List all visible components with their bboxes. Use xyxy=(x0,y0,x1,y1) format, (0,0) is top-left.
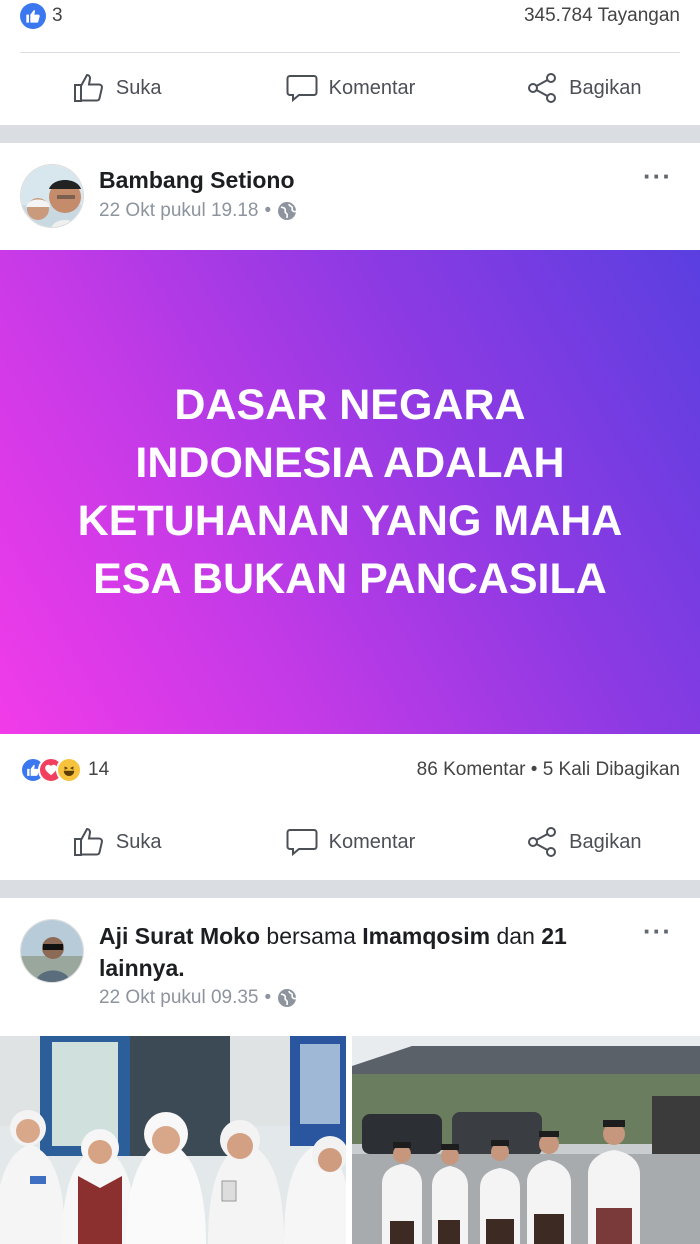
comment-icon xyxy=(286,75,318,103)
like-label: Suka xyxy=(115,830,162,853)
post-timestamp[interactable]: 22 Okt pukul 09.35 xyxy=(99,987,259,1009)
like-button[interactable]: Suka xyxy=(0,825,233,859)
share-icon xyxy=(528,73,557,103)
reaction-summary[interactable]: 3 xyxy=(20,3,63,29)
and-word: dan xyxy=(496,923,535,949)
meta-dot: • xyxy=(264,987,272,1008)
post-header: Bambang Setiono 22 Okt pukul 19.18 • ··· xyxy=(0,143,700,250)
banner-text: DASAR NEGARA INDONESIA ADALAH KETUHANAN … xyxy=(77,381,623,603)
haha-reaction-icon xyxy=(56,757,82,783)
comment-label: Komentar xyxy=(328,76,416,99)
author-name[interactable]: Bambang Setiono xyxy=(99,164,619,196)
reaction-count: 14 xyxy=(88,759,110,780)
feed-separator xyxy=(0,880,700,898)
more-options-icon[interactable]: ··· xyxy=(643,161,672,192)
previous-post-stats: 3 345.784 Tayangan xyxy=(0,0,700,32)
divider xyxy=(20,52,680,53)
action-bar: Suka Komentar Bagikan xyxy=(0,812,700,872)
like-icon xyxy=(73,827,103,856)
avatar[interactable] xyxy=(20,919,84,983)
meta-dot: • xyxy=(530,759,543,780)
post-stats: 14 86 Komentar • 5 Kali Dibagikan xyxy=(0,734,700,806)
avatar[interactable] xyxy=(20,164,84,228)
globe-icon xyxy=(278,202,297,220)
with-word: bersama xyxy=(266,923,356,949)
post-text-banner: DASAR NEGARA INDONESIA ADALAH KETUHANAN … xyxy=(0,250,700,734)
post-timestamp[interactable]: 22 Okt pukul 19.18 xyxy=(99,200,259,222)
post-author-line: Aji Surat Moko bersama Imamqosim dan 21 … xyxy=(99,923,567,981)
more-options-icon[interactable]: ··· xyxy=(643,916,672,947)
author-name[interactable]: Aji Surat Moko xyxy=(99,923,260,949)
like-button[interactable]: Suka xyxy=(0,71,233,105)
views-count: 345.784 Tayangan xyxy=(523,5,680,26)
comment-label: Komentar xyxy=(328,830,416,853)
share-count: 5 Kali Dibagikan xyxy=(542,759,680,780)
post-meta: 22 Okt pukul 09.35 • xyxy=(99,987,297,1009)
engagement-summary[interactable]: 86 Komentar • 5 Kali Dibagikan xyxy=(417,759,680,781)
tagged-friend[interactable]: Imamqosim xyxy=(362,923,490,949)
meta-dot: • xyxy=(264,200,272,221)
comment-icon xyxy=(286,829,318,857)
globe-icon xyxy=(278,989,297,1007)
share-icon xyxy=(528,827,557,857)
reaction-count: 3 xyxy=(52,5,63,26)
post-header: Aji Surat Moko bersama Imamqosim dan 21 … xyxy=(0,898,700,1036)
post-photo[interactable] xyxy=(0,1036,346,1244)
share-button[interactable]: Bagikan xyxy=(467,71,700,105)
previous-post-footer: 3 345.784 Tayangan Suka Komentar Bagikan xyxy=(0,0,700,125)
share-label: Bagikan xyxy=(569,76,642,99)
reaction-summary[interactable]: 14 xyxy=(20,757,109,783)
share-label: Bagikan xyxy=(569,830,642,853)
post-photo[interactable] xyxy=(352,1036,700,1244)
comment-count: 86 Komentar xyxy=(416,759,526,780)
like-icon xyxy=(73,73,103,102)
action-bar: Suka Komentar Bagikan xyxy=(0,58,700,118)
post-meta: 22 Okt pukul 19.18 • xyxy=(99,200,297,222)
comment-button[interactable]: Komentar xyxy=(233,71,466,105)
like-label: Suka xyxy=(115,76,162,99)
feed-separator xyxy=(0,125,700,143)
share-button[interactable]: Bagikan xyxy=(467,825,700,859)
comment-button[interactable]: Komentar xyxy=(233,825,466,859)
like-reaction-icon xyxy=(20,3,46,29)
